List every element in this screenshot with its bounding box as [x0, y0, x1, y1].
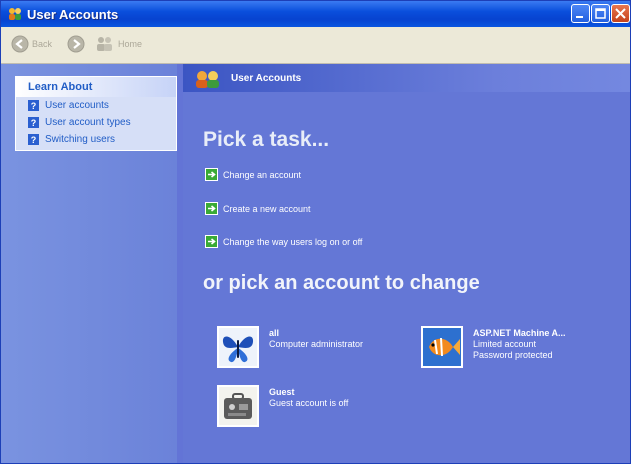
- task-label: Change the way users log on or off: [223, 236, 363, 247]
- navigation-toolbar: Back Home: [1, 27, 630, 64]
- close-button[interactable]: [611, 4, 630, 23]
- account-picture: [217, 385, 259, 427]
- help-icon: ?: [28, 134, 39, 145]
- sidebar-item-label: Switching users: [45, 134, 116, 145]
- home-users-icon: [97, 37, 112, 51]
- back-label: Back: [32, 39, 53, 49]
- svg-text:?: ?: [31, 135, 37, 145]
- user-accounts-window: User Accounts Back Home Learn About ? Us…: [0, 0, 631, 464]
- task-label: Change an account: [223, 169, 302, 180]
- maximize-button[interactable]: [591, 4, 610, 23]
- briefcase-icon: [224, 393, 252, 419]
- account-tile-aspnet[interactable]: ASP.NET Machine A... Limited account Pas…: [421, 326, 566, 368]
- home-label: Home: [118, 39, 143, 49]
- forward-button[interactable]: [67, 35, 85, 53]
- maximize-icon: [595, 8, 606, 19]
- account-password-status: Password protected: [473, 350, 553, 360]
- sidebar-item-label: User account types: [45, 117, 131, 128]
- learn-about-header: Learn About: [16, 77, 176, 97]
- svg-text:?: ?: [31, 118, 37, 128]
- account-picture: [421, 326, 463, 368]
- task-change-account[interactable]: Change an account: [205, 168, 301, 181]
- minimize-icon: [576, 16, 583, 18]
- home-button[interactable]: Home: [95, 35, 142, 53]
- back-arrow-icon: [11, 35, 29, 53]
- pick-task-heading: Pick a task...: [203, 128, 330, 151]
- account-tile-guest[interactable]: Guest Guest account is off: [217, 385, 348, 427]
- main-header: User Accounts: [183, 64, 630, 92]
- account-tile-all[interactable]: all Computer administrator: [217, 326, 363, 368]
- help-icon: ?: [28, 100, 39, 111]
- account-picture: [217, 326, 259, 368]
- learn-about-heading: Learn About: [28, 81, 93, 93]
- back-button[interactable]: Back: [11, 35, 52, 53]
- pick-account-heading: or pick an account to change: [203, 272, 480, 294]
- account-name: Guest: [269, 387, 295, 397]
- user-accounts-header-icon: [196, 71, 219, 88]
- sidebar-item-user-account-types[interactable]: ? User account types: [28, 117, 131, 128]
- sidebar-item-label: User accounts: [45, 100, 109, 111]
- sidebar-item-switching-users[interactable]: ? Switching users: [28, 134, 115, 145]
- close-icon: [615, 8, 626, 19]
- task-sidebar: Learn About ? User accounts ? User accou…: [1, 64, 177, 463]
- account-name: all: [269, 328, 280, 338]
- account-status: Guest account is off: [269, 398, 349, 408]
- task-create-account[interactable]: Create a new account: [205, 202, 311, 215]
- green-arrow-icon: [205, 202, 218, 215]
- main-header-title: User Accounts: [231, 73, 302, 84]
- minimize-button[interactable]: [571, 4, 590, 23]
- green-arrow-icon: [205, 168, 218, 181]
- window-title: User Accounts: [27, 7, 119, 22]
- help-icon: ?: [28, 117, 39, 128]
- account-type: Computer administrator: [269, 339, 364, 349]
- user-accounts-app-icon: [7, 6, 23, 22]
- svg-text:?: ?: [31, 101, 37, 111]
- learn-about-panel: Learn About ? User accounts ? User accou…: [15, 76, 177, 151]
- butterfly-icon: [222, 336, 254, 363]
- title-bar[interactable]: User Accounts: [1, 1, 630, 27]
- main-content: User Accounts Pick a task... Change an a…: [183, 64, 630, 463]
- account-name: ASP.NET Machine A...: [473, 328, 566, 338]
- task-label: Create a new account: [223, 203, 311, 214]
- sidebar-item-user-accounts[interactable]: ? User accounts: [28, 100, 109, 111]
- green-arrow-icon: [205, 235, 218, 248]
- fish-icon: [423, 328, 461, 366]
- forward-arrow-icon: [67, 35, 85, 53]
- task-change-logon[interactable]: Change the way users log on or off: [205, 235, 362, 248]
- account-type: Limited account: [473, 339, 537, 349]
